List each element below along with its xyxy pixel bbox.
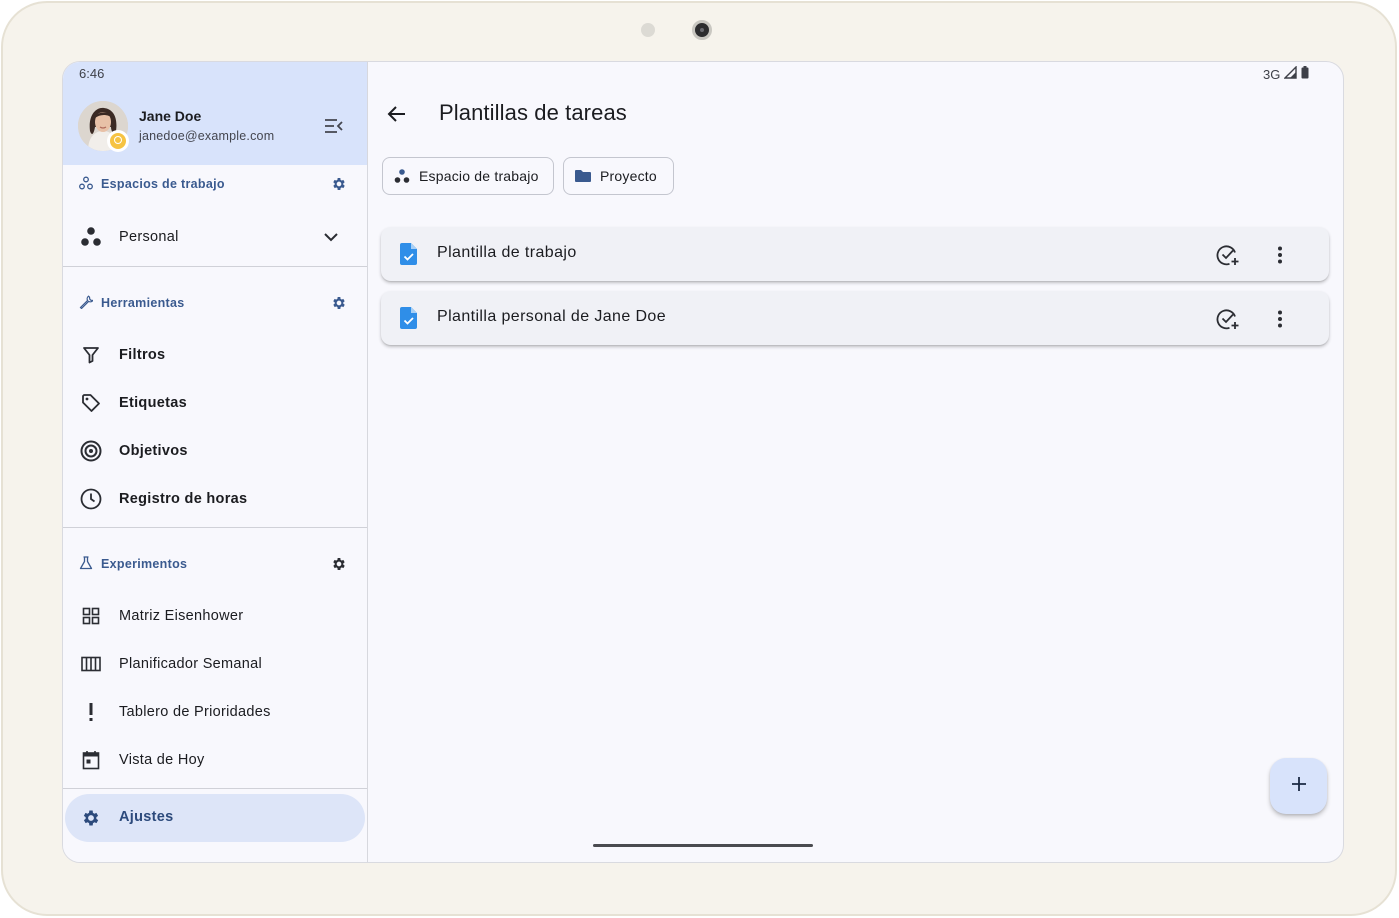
workspaces-section-title: Espacios de trabajo: [79, 174, 225, 194]
chevron-down-icon: [319, 225, 343, 249]
sidebar-item-filtros[interactable]: Filtros: [63, 332, 367, 378]
workspaces-icon: [79, 176, 93, 193]
chip-label: Espacio de trabajo: [419, 168, 539, 184]
chip-proyecto[interactable]: Proyecto: [563, 157, 674, 195]
collapse-drawer-icon[interactable]: [321, 114, 347, 138]
status-icons: 3G: [1263, 65, 1309, 82]
divider: [63, 527, 367, 528]
sensor-dot: [641, 23, 655, 37]
sidebar-item-registro-de-horas[interactable]: Registro de horas: [63, 476, 367, 522]
wrench-icon: [79, 294, 94, 312]
sidebar-item-label: Tablero de Prioridades: [119, 704, 271, 720]
user-name: Jane Doe: [139, 108, 202, 124]
sidebar-item-label: Etiquetas: [119, 395, 187, 411]
grid-icon: [79, 604, 103, 628]
sidebar-item-label: Registro de horas: [119, 491, 248, 507]
document-check-icon: [399, 242, 419, 266]
screen: 6:46 Jane Doe janedoe@example.com Espaci…: [62, 61, 1344, 863]
sidebar-item-matriz-eisenhower[interactable]: Matriz Eisenhower: [63, 593, 367, 639]
folder-icon: [574, 167, 592, 185]
sidebar-item-objetivos[interactable]: Objetivos: [63, 428, 367, 474]
document-check-icon: [399, 306, 419, 330]
workspace-icon: [393, 167, 411, 185]
template-card[interactable]: Plantilla de trabajo: [381, 227, 1329, 281]
tools-title-label: Herramientas: [101, 296, 185, 310]
achievement-badge-icon: [107, 130, 129, 152]
gear-icon: [79, 806, 103, 830]
sidebar-item-vista-de-hoy[interactable]: Vista de Hoy: [63, 737, 367, 783]
workspaces-title-label: Espacios de trabajo: [101, 177, 225, 191]
settings-label: Ajustes: [119, 809, 174, 825]
target-icon: [79, 439, 103, 463]
flask-icon: [79, 555, 93, 573]
sidebar-item-label: Matriz Eisenhower: [119, 608, 244, 624]
tools-settings-gear-icon[interactable]: [328, 292, 350, 314]
more-vert-icon[interactable]: [1267, 242, 1293, 268]
workspaces-settings-gear-icon[interactable]: [328, 173, 350, 195]
tools-section-title: Herramientas: [79, 293, 185, 313]
sidebar-item-label: Vista de Hoy: [119, 752, 205, 768]
add-template-fab[interactable]: [1270, 758, 1327, 814]
chip-espacio-de-trabajo[interactable]: Espacio de trabajo: [382, 157, 554, 195]
user-email: janedoe@example.com: [139, 129, 275, 143]
plus-icon: [1291, 776, 1307, 797]
sidebar-item-label: Filtros: [119, 347, 166, 363]
divider: [63, 266, 367, 267]
sidebar-item-planificador-semanal[interactable]: Planificador Semanal: [63, 641, 367, 687]
sidebar-item-label: Planificador Semanal: [119, 656, 263, 672]
template-title: Plantilla de trabajo: [437, 244, 577, 261]
experiments-settings-gear-icon[interactable]: [328, 553, 350, 575]
template-card[interactable]: Plantilla personal de Jane Doe: [381, 291, 1329, 345]
calendar-today-icon: [79, 748, 103, 772]
more-vert-icon[interactable]: [1267, 306, 1293, 332]
workspace-selected-label: Personal: [119, 229, 179, 245]
priority-icon: [79, 700, 103, 724]
camera-lens: [692, 20, 712, 40]
navigation-drawer: 6:46 Jane Doe janedoe@example.com Espaci…: [63, 62, 368, 862]
calendar-view-week-icon: [79, 652, 103, 676]
chip-label: Proyecto: [600, 168, 657, 184]
experiments-title-label: Experimentos: [101, 557, 188, 571]
sidebar-item-tablero-de-prioridades[interactable]: Tablero de Prioridades: [63, 689, 367, 735]
sidebar-item-etiquetas[interactable]: Etiquetas: [63, 380, 367, 426]
sidebar-item-ajustes[interactable]: Ajustes: [65, 794, 365, 842]
signal-icon: [1283, 65, 1298, 82]
template-title: Plantilla personal de Jane Doe: [437, 308, 667, 325]
experiments-section-title: Experimentos: [79, 554, 187, 574]
gesture-home-bar[interactable]: [593, 844, 813, 847]
tablet-frame: 6:46 Jane Doe janedoe@example.com Espaci…: [1, 1, 1397, 916]
workspace-selector[interactable]: Personal: [63, 214, 367, 260]
clock-icon: [79, 487, 103, 511]
status-time: 6:46: [79, 66, 105, 81]
add-task-check-icon[interactable]: [1215, 306, 1241, 332]
network-type: 3G: [1263, 66, 1281, 82]
workspace-icon: [79, 225, 103, 249]
sidebar-item-label: Objetivos: [119, 443, 188, 459]
drawer-header: 6:46 Jane Doe janedoe@example.com: [63, 62, 367, 165]
filter-icon: [79, 343, 103, 367]
add-task-check-icon[interactable]: [1215, 242, 1241, 268]
tag-icon: [79, 391, 103, 415]
page-title: Plantillas de tareas: [439, 100, 627, 125]
back-arrow-icon[interactable]: [382, 100, 410, 128]
battery-icon: [1301, 66, 1309, 82]
divider: [63, 788, 367, 789]
